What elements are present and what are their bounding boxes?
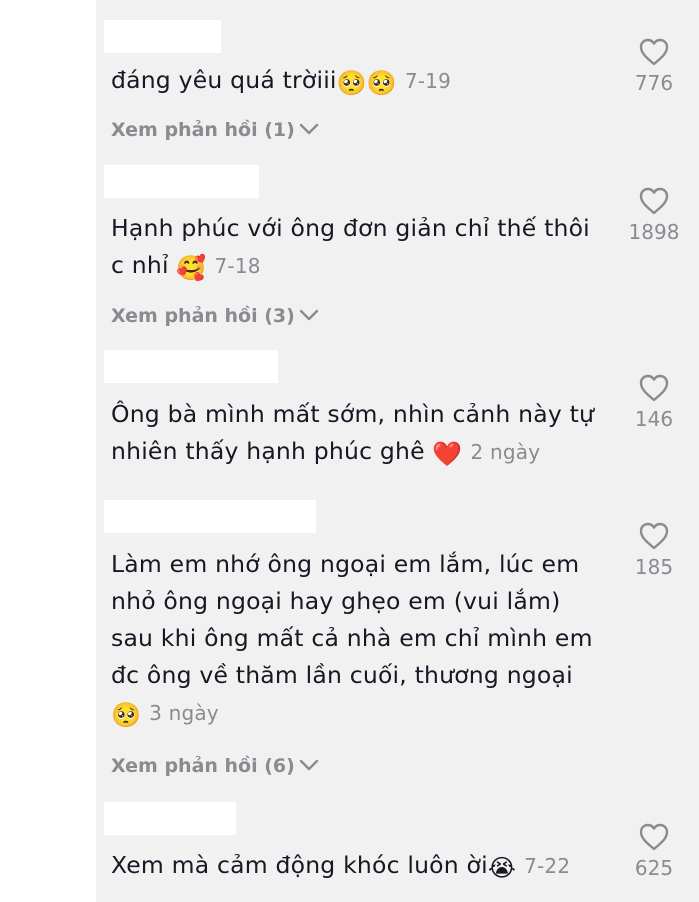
- comment-emoji: 🥰: [176, 254, 207, 282]
- comment-emoji: 🥺: [111, 701, 142, 729]
- username-redacted[interactable]: [104, 802, 236, 835]
- view-replies-label: Xem phản hồi (3): [111, 305, 295, 327]
- like-count: 185: [634, 555, 674, 579]
- comment-date: 7-18: [214, 254, 261, 278]
- heart-outline-icon: [609, 822, 699, 852]
- comment-text: đáng yêu quá trờiii: [111, 66, 337, 94]
- username-redacted[interactable]: [104, 165, 259, 198]
- comment-text-block: Làm em nhớ ông ngoại em lắm, lúc em nhỏ …: [111, 546, 606, 732]
- comment-text-block: đáng yêu quá trờiii🥺🥺 7-19: [111, 62, 606, 100]
- like-button[interactable]: 185: [609, 521, 699, 579]
- comment-text-block: Ông bà mình mất sớm, nhìn cảnh này tự nh…: [111, 396, 606, 471]
- like-button[interactable]: 146: [609, 373, 699, 431]
- view-replies-label: Xem phản hồi (1): [111, 119, 295, 141]
- chevron-down-icon: [299, 305, 319, 327]
- comment-emoji: 😭: [487, 854, 517, 882]
- username-redacted[interactable]: [104, 20, 221, 53]
- view-replies-button[interactable]: Xem phản hồi (6): [111, 755, 319, 777]
- view-replies-button[interactable]: Xem phản hồi (3): [111, 305, 319, 327]
- comment-text-block: Hạnh phúc với ông đơn giản chỉ thế thôi …: [111, 210, 606, 285]
- like-button[interactable]: 776: [609, 37, 699, 95]
- like-count: 1898: [628, 220, 680, 244]
- left-panel: [0, 0, 96, 902]
- username-redacted[interactable]: [104, 500, 316, 533]
- heart-outline-icon: [609, 521, 699, 551]
- like-button[interactable]: 1898: [609, 186, 699, 244]
- like-count: 146: [634, 407, 674, 431]
- comment-text: Làm em nhớ ông ngoại em lắm, lúc em nhỏ …: [111, 550, 593, 689]
- heart-outline-icon: [609, 373, 699, 403]
- comment-date: 7-19: [404, 69, 452, 93]
- heart-outline-icon: [609, 186, 699, 216]
- view-replies-button[interactable]: Xem phản hồi (1): [111, 119, 319, 141]
- like-count: 625: [634, 856, 674, 880]
- view-replies-label: Xem phản hồi (6): [111, 755, 295, 777]
- comment-date: 2 ngày: [470, 440, 541, 464]
- comment-date: 3 ngày: [149, 701, 219, 725]
- like-count: 776: [634, 71, 674, 95]
- chevron-down-icon: [299, 119, 319, 141]
- comment-emoji: ❤️: [432, 440, 463, 468]
- heart-outline-icon: [609, 37, 699, 67]
- comment-date: 7-22: [524, 854, 571, 878]
- like-button[interactable]: 625: [609, 822, 699, 880]
- comment-text-block: Xem mà cảm động khóc luôn ời😭 7-22: [111, 847, 606, 885]
- comment-emoji: 🥺🥺: [336, 69, 397, 97]
- comment-text: Xem mà cảm động khóc luôn ời: [111, 851, 488, 879]
- username-redacted[interactable]: [104, 350, 278, 383]
- chevron-down-icon: [299, 755, 319, 777]
